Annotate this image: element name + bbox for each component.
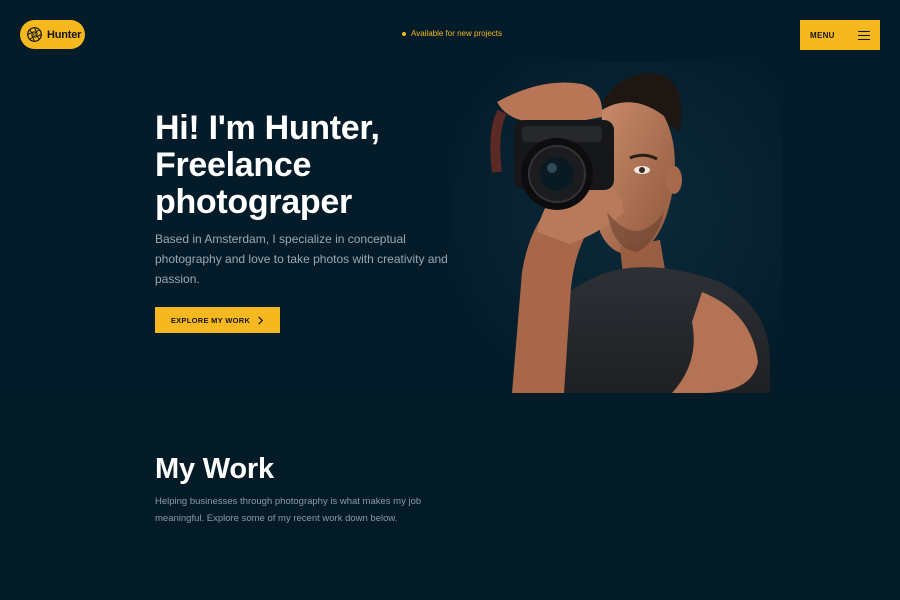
- chevron-right-icon: [257, 315, 264, 325]
- headline-line-3: photograper: [155, 183, 352, 221]
- headline-line-1: Hi! I'm Hunter,: [155, 109, 380, 147]
- aperture-icon: [26, 26, 43, 43]
- my-work-title: My Work: [155, 453, 274, 485]
- page: Hunter Available for new projects MENU H…: [0, 0, 900, 600]
- hero-section: Hunter Available for new projects MENU H…: [0, 0, 900, 393]
- logo-text: Hunter: [47, 28, 82, 41]
- logo-button[interactable]: Hunter: [20, 20, 85, 49]
- menu-button[interactable]: MENU: [800, 20, 880, 50]
- status-dot-icon: [402, 31, 406, 36]
- my-work-description: Helping businesses through photography i…: [155, 496, 422, 524]
- explore-work-button[interactable]: EXPLORE MY WORK: [155, 307, 280, 333]
- hamburger-icon: [858, 30, 870, 40]
- availability-text: Available for new projects: [411, 29, 503, 38]
- hero-intro: Based in Amsterdam, I specialize in conc…: [155, 232, 448, 286]
- hero-headline: Hi! I'm Hunter, Freelance photograper: [155, 110, 475, 221]
- photographer-portrait: [452, 62, 782, 393]
- menu-label: MENU: [810, 30, 835, 40]
- headline-line-2: Freelance: [155, 146, 312, 184]
- explore-work-label: EXPLORE MY WORK: [170, 315, 251, 325]
- availability-status: Available for new projects: [402, 29, 502, 38]
